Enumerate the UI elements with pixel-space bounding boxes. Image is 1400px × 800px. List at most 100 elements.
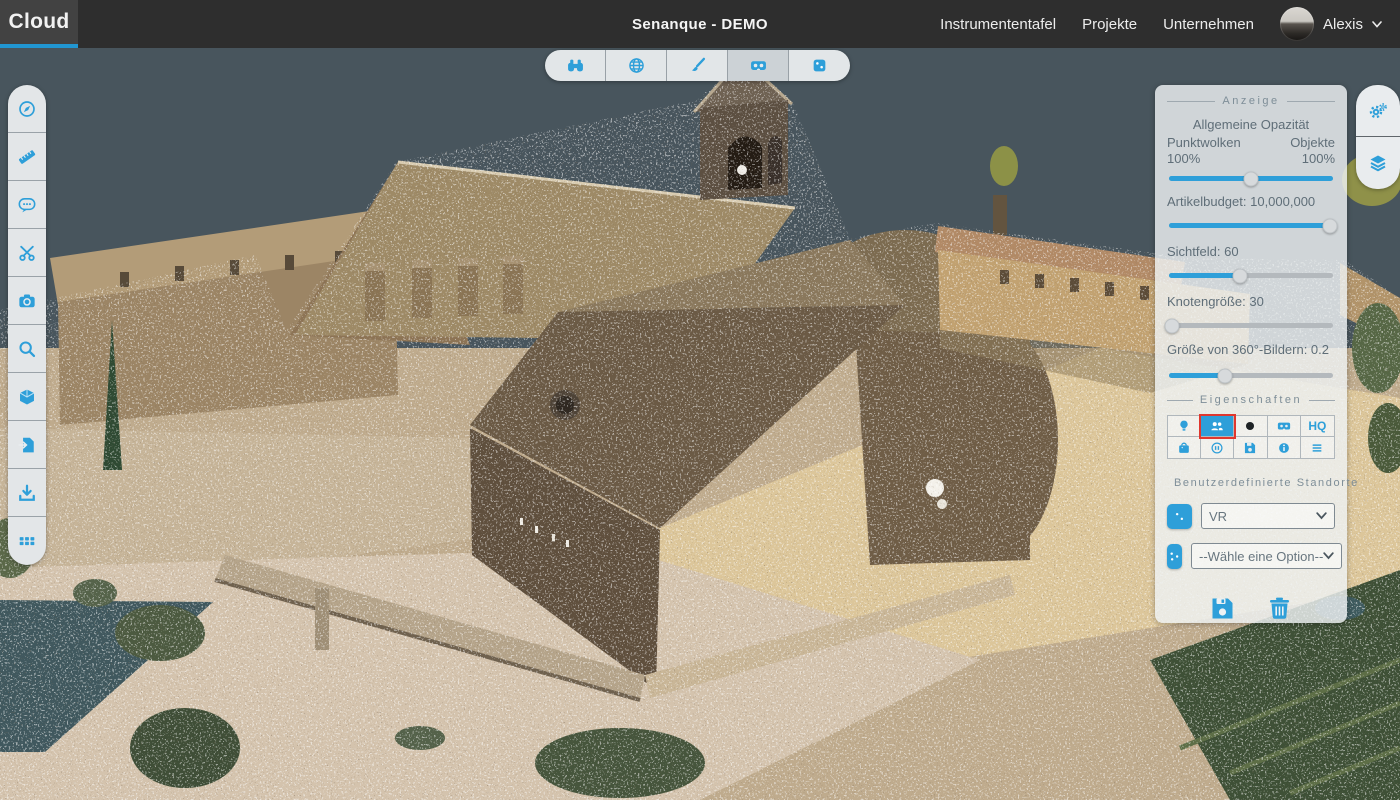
- vr-goggles-icon: [750, 57, 767, 74]
- trash-icon: [1266, 595, 1293, 622]
- image360-size-label: Größe von 360°-Bildern: 0.2: [1167, 342, 1335, 357]
- lighting-toggle[interactable]: [1168, 416, 1201, 437]
- user-menu[interactable]: Alexis: [1280, 7, 1382, 41]
- location-select-vr[interactable]: VR: [1201, 503, 1335, 529]
- brush-icon: [689, 57, 706, 74]
- objects-opacity-value: 100%: [1302, 151, 1335, 166]
- globe-view-button[interactable]: [606, 50, 667, 81]
- scene-square-icon: [1167, 549, 1182, 564]
- location-select-new[interactable]: --Wähle eine Option--: [1191, 543, 1342, 569]
- nav-company[interactable]: Unternehmen: [1163, 16, 1254, 33]
- paint-tool-button[interactable]: [667, 50, 728, 81]
- binoculars-icon: [567, 57, 584, 74]
- viewport: Anzeige Allgemeine Opazität Punktwolken …: [0, 48, 1400, 800]
- image360-size-slider[interactable]: [1169, 373, 1333, 378]
- budget-slider[interactable]: [1169, 223, 1333, 228]
- users-icon: [1210, 419, 1224, 433]
- objects-3d-button[interactable]: [8, 373, 46, 421]
- clip-tool-button[interactable]: [8, 229, 46, 277]
- properties-header-label: Eigenschaften: [1200, 394, 1302, 406]
- download-button[interactable]: [8, 469, 46, 517]
- info-icon: [1277, 441, 1291, 455]
- layers-button[interactable]: [1356, 137, 1400, 189]
- hq-toggle[interactable]: HQ: [1301, 416, 1334, 437]
- import-button[interactable]: [8, 421, 46, 469]
- box-icon: [1177, 441, 1191, 455]
- nav-dashboard[interactable]: Instrumententafel: [940, 16, 1056, 33]
- avatar[interactable]: [1280, 7, 1314, 41]
- slider-fill: [1169, 273, 1240, 278]
- import-file-icon: [18, 436, 36, 454]
- vr-goggles-icon: [1277, 419, 1291, 433]
- save-icon: [1209, 595, 1236, 622]
- slider-knob[interactable]: [1322, 218, 1337, 233]
- chevron-down-icon: [1316, 512, 1327, 520]
- slider-knob[interactable]: [1232, 268, 1247, 283]
- budget-label: Artikelbudget: 10,000,000: [1167, 194, 1335, 209]
- comment-icon: [18, 196, 36, 214]
- apps-button[interactable]: [8, 517, 46, 565]
- fov-slider[interactable]: [1169, 273, 1333, 278]
- chevron-down-icon: [1323, 552, 1334, 560]
- globe-icon: [628, 57, 645, 74]
- location-actions: [1167, 595, 1335, 625]
- pause-toggle[interactable]: [1201, 437, 1234, 458]
- ruler-icon: [18, 148, 36, 166]
- layers-icon: [1368, 153, 1388, 173]
- users-toggle[interactable]: [1201, 416, 1234, 437]
- pause-circle-icon: [1210, 441, 1224, 455]
- search-button[interactable]: [8, 325, 46, 373]
- slider-knob[interactable]: [1217, 368, 1232, 383]
- slider-knob[interactable]: [1244, 171, 1259, 186]
- app-logo[interactable]: Cloud: [0, 0, 78, 48]
- settings-gears-icon: [1368, 101, 1388, 121]
- vr-mode-button[interactable]: [728, 50, 789, 81]
- location-row-vr: VR: [1167, 503, 1335, 529]
- viewer-settings-button[interactable]: [1356, 85, 1400, 137]
- bulb-icon: [1177, 419, 1191, 433]
- scene-square-icon: [811, 57, 828, 74]
- pointclouds-opacity-value: 100%: [1167, 151, 1200, 166]
- fov-label: Sichtfeld: 60: [1167, 244, 1335, 259]
- location-select-new-value: --Wähle eine Option--: [1199, 549, 1323, 564]
- search-icon: [18, 340, 36, 358]
- save-view-toggle[interactable]: [1234, 437, 1267, 458]
- slider-fill: [1169, 223, 1333, 228]
- cube-icon: [18, 388, 36, 406]
- display-settings-panel: Anzeige Allgemeine Opazität Punktwolken …: [1155, 85, 1347, 623]
- background-toggle[interactable]: [1234, 416, 1267, 437]
- box-toggle[interactable]: [1168, 437, 1201, 458]
- goto-location-button[interactable]: [1167, 504, 1192, 529]
- view-mode-toolbar: [545, 50, 850, 81]
- app-root: Cloud Senanque - DEMO Instrumententafel …: [0, 0, 1400, 800]
- properties-header: Eigenschaften: [1167, 394, 1335, 406]
- node-size-slider[interactable]: [1169, 323, 1333, 328]
- menu-lines-icon: [1310, 441, 1324, 455]
- apps-grid-icon: [18, 532, 36, 550]
- add-location-button[interactable]: [1167, 544, 1182, 569]
- screenshot-button[interactable]: [8, 277, 46, 325]
- scene-locations-button[interactable]: [789, 50, 850, 81]
- comments-button[interactable]: [8, 181, 46, 229]
- locations-header-label: Benutzerdefinierte Standorte: [1174, 477, 1359, 489]
- vr-property-toggle[interactable]: [1268, 416, 1301, 437]
- scissors-icon: [18, 244, 36, 262]
- scene-square-icon: [1172, 509, 1187, 524]
- nav-projects[interactable]: Projekte: [1082, 16, 1137, 33]
- location-select-vr-value: VR: [1209, 509, 1316, 524]
- delete-location-button[interactable]: [1266, 595, 1293, 625]
- info-toggle[interactable]: [1268, 437, 1301, 458]
- save-location-button[interactable]: [1209, 595, 1236, 625]
- measure-tool-button[interactable]: [545, 50, 606, 81]
- opacity-slider[interactable]: [1169, 176, 1333, 181]
- orientation-tool-button[interactable]: [8, 85, 46, 133]
- menu-lines-toggle[interactable]: [1301, 437, 1334, 458]
- camera-icon: [18, 292, 36, 310]
- chevron-down-icon: [1372, 21, 1382, 28]
- topbar-nav: Instrumententafel Projekte Unternehmen A…: [940, 7, 1400, 41]
- topbar: Cloud Senanque - DEMO Instrumententafel …: [0, 0, 1400, 48]
- properties-grid: HQ: [1167, 415, 1335, 459]
- slider-knob[interactable]: [1165, 318, 1180, 333]
- measure-distance-button[interactable]: [8, 133, 46, 181]
- locations-header: Benutzerdefinierte Standorte: [1167, 477, 1335, 489]
